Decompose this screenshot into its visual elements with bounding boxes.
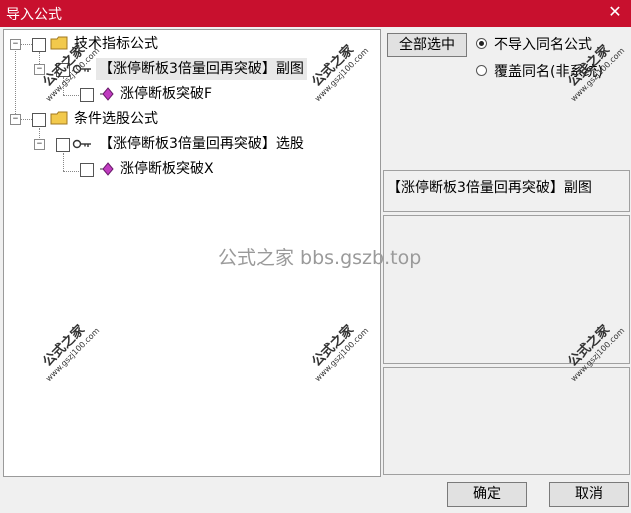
collapse-toggle[interactable]: − [10, 114, 21, 125]
gem-icon [100, 162, 114, 176]
checkbox[interactable] [32, 113, 46, 127]
key-icon [72, 63, 92, 75]
watermark-center: 公式之家 bbs.gszb.top [218, 247, 422, 269]
collapse-toggle[interactable]: − [34, 64, 45, 75]
close-icon[interactable]: ✕ [605, 2, 625, 22]
radio-overwrite-label: 覆盖同名(非系统) [494, 64, 603, 80]
formula-description-panel [383, 215, 630, 364]
select-all-button[interactable]: 全部选中 [387, 33, 467, 57]
formula-name: 【涨停断板3倍量回再突破】副图 [387, 180, 592, 196]
radio-no-import[interactable] [476, 38, 487, 49]
checkbox[interactable] [32, 38, 46, 52]
tree-leaf-label: 涨停断板突破F [120, 86, 213, 102]
collapse-toggle[interactable]: − [34, 139, 45, 150]
ok-button[interactable]: 确定 [447, 482, 527, 507]
folder-icon [50, 111, 68, 125]
key-icon [72, 138, 92, 150]
tree-item-label: 【涨停断板3倍量回再突破】副图 [96, 58, 307, 80]
tree-group-label: 条件选股公式 [74, 111, 158, 127]
formula-name-panel: 【涨停断板3倍量回再突破】副图 [383, 170, 630, 212]
formula-params-panel [383, 367, 630, 475]
tree-group-screener[interactable]: − 条件选股公式 [4, 108, 374, 130]
tree-item-formula-sub[interactable]: − 【涨停断板3倍量回再突破】副图 [4, 58, 374, 80]
tree-item-formula-screener[interactable]: − 【涨停断板3倍量回再突破】选股 [4, 133, 374, 155]
radio-overwrite[interactable] [476, 65, 487, 76]
checkbox[interactable] [56, 63, 70, 77]
tree-group-label: 技术指标公式 [74, 36, 158, 52]
checkbox[interactable] [80, 163, 94, 177]
folder-icon [50, 36, 68, 50]
title-bar: 导入公式 ✕ [0, 0, 631, 27]
tree-group-technical[interactable]: − 技术指标公式 [4, 33, 374, 55]
tree-item-label: 【涨停断板3倍量回再突破】选股 [99, 136, 304, 152]
tree-leaf-label: 涨停断板突破X [120, 161, 214, 177]
tree-leaf-F[interactable]: 涨停断板突破F [4, 83, 374, 105]
checkbox[interactable] [80, 88, 94, 102]
window-title: 导入公式 [6, 7, 62, 23]
cancel-button[interactable]: 取消 [549, 482, 629, 507]
collapse-toggle[interactable]: − [10, 39, 21, 50]
checkbox[interactable] [56, 138, 70, 152]
tree-leaf-X[interactable]: 涨停断板突破X [4, 158, 374, 180]
radio-no-import-label: 不导入同名公式 [494, 37, 592, 53]
gem-icon [100, 87, 114, 101]
